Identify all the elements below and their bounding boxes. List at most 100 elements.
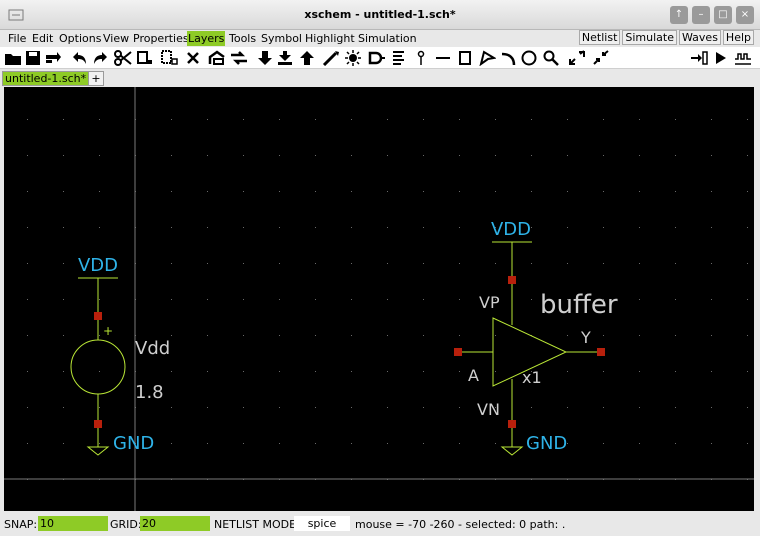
buffer-instance-x1[interactable]: VDD VP buffer A Y x1 VN GND <box>454 219 618 456</box>
grid-dot <box>279 407 280 408</box>
grid-dot <box>639 299 640 300</box>
grid-dot <box>495 119 496 120</box>
grid-dot <box>63 335 64 336</box>
grid-dot <box>351 299 352 300</box>
move-icon[interactable] <box>160 50 178 66</box>
descend-icon[interactable] <box>256 50 274 66</box>
grid-dot <box>351 443 352 444</box>
snap-input[interactable]: 10 <box>38 516 108 531</box>
zoom-in-icon[interactable] <box>568 50 586 66</box>
grid-dot <box>99 191 100 192</box>
waves-button[interactable]: Waves <box>679 30 721 45</box>
run-icon[interactable] <box>712 50 730 66</box>
polygon-icon[interactable] <box>478 50 496 66</box>
voltage-source-vdd[interactable]: VDD + GND Vdd 1.8 <box>70 255 170 456</box>
menu-simulation[interactable]: Simulation <box>357 31 418 46</box>
line-icon[interactable] <box>434 50 452 66</box>
copy-icon[interactable] <box>136 50 154 66</box>
waves-icon[interactable] <box>734 50 752 66</box>
ascend-icon[interactable] <box>298 50 316 66</box>
grid-dot <box>315 191 316 192</box>
schematic-drawing[interactable]: VDD + GND Vdd 1.8 VDD VP buffer A Y x1 V… <box>4 87 754 511</box>
grid-dot <box>423 119 424 120</box>
grid-dot <box>711 155 712 156</box>
grid-dot <box>63 263 64 264</box>
grid-dot <box>171 191 172 192</box>
push-icon[interactable] <box>208 50 226 66</box>
grid-dot <box>207 443 208 444</box>
vsource-top-pin <box>94 312 102 320</box>
rect-icon[interactable] <box>456 50 474 66</box>
vsource-name: Vdd <box>135 338 170 359</box>
toolbar <box>0 47 760 69</box>
grid-dot <box>27 263 28 264</box>
menu-symbol[interactable]: Symbol <box>260 31 303 46</box>
delete-icon[interactable] <box>184 50 202 66</box>
grid-dot <box>171 299 172 300</box>
grid-dot <box>99 335 100 336</box>
pop-icon[interactable] <box>230 50 248 66</box>
grid-dot <box>711 119 712 120</box>
zoom-out-icon[interactable] <box>592 50 610 66</box>
netlist-icon[interactable] <box>368 50 386 66</box>
netlist-button[interactable]: Netlist <box>578 30 621 45</box>
grid-dot <box>387 227 388 228</box>
buffer-pin-vn-label: VN <box>477 400 500 419</box>
search-icon[interactable] <box>542 50 560 66</box>
grid-dot <box>27 191 28 192</box>
menu-layers[interactable]: Layers <box>187 31 226 46</box>
grid-dot <box>495 191 496 192</box>
insert-icon[interactable] <box>690 50 708 66</box>
menu-highlight[interactable]: Highlight <box>304 31 356 46</box>
help-button[interactable]: Help <box>722 30 754 45</box>
wire-icon[interactable] <box>322 50 340 66</box>
menu-options[interactable]: Options <box>58 31 102 46</box>
text-icon[interactable] <box>390 50 408 66</box>
circle-icon[interactable] <box>520 50 538 66</box>
tab-untitled-1[interactable]: untitled-1.sch* <box>2 71 90 86</box>
menu-edit[interactable]: Edit <box>31 31 54 46</box>
menu-file[interactable]: File <box>7 31 27 46</box>
window-up-button[interactable]: ↑ <box>670 6 688 24</box>
grid-dot <box>207 155 208 156</box>
grid-dot <box>711 443 712 444</box>
grid-dot <box>495 155 496 156</box>
pin-icon[interactable] <box>412 50 430 66</box>
grid-dot <box>243 263 244 264</box>
window-maximize-button[interactable]: □ <box>714 6 732 24</box>
menu-properties[interactable]: Properties <box>132 31 190 46</box>
schematic-canvas[interactable]: VDD + GND Vdd 1.8 VDD VP buffer A Y x1 V… <box>4 87 754 511</box>
grid-dot <box>639 191 640 192</box>
grid-dot <box>639 443 640 444</box>
grid-dot <box>639 263 640 264</box>
grid-dot <box>495 443 496 444</box>
grid-dot <box>387 407 388 408</box>
grid-dot <box>603 335 604 336</box>
redo-icon[interactable] <box>92 50 110 66</box>
grid-dot <box>639 407 640 408</box>
simulate-button[interactable]: Simulate <box>622 30 677 45</box>
grid-dot <box>63 155 64 156</box>
arc-icon[interactable] <box>500 50 518 66</box>
open-folder-icon[interactable] <box>4 50 22 66</box>
grid-dot <box>747 155 748 156</box>
grid-input[interactable]: 20 <box>140 516 210 531</box>
grid-dot <box>63 443 64 444</box>
make-symbol-icon[interactable] <box>276 50 294 66</box>
grid-dot <box>459 227 460 228</box>
save-icon[interactable] <box>24 50 42 66</box>
menu-view[interactable]: View <box>102 31 130 46</box>
menu-tools[interactable]: Tools <box>228 31 257 46</box>
cut-icon[interactable] <box>114 50 132 66</box>
window-minimize-button[interactable]: – <box>692 6 710 24</box>
grid-dot <box>279 371 280 372</box>
window-close-button[interactable]: × <box>736 6 754 24</box>
grid-dot <box>567 155 568 156</box>
add-tab-button[interactable]: + <box>88 71 104 86</box>
reload-icon[interactable] <box>44 50 62 66</box>
highlight-icon[interactable] <box>344 50 362 66</box>
undo-icon[interactable] <box>70 50 88 66</box>
grid-dot <box>351 119 352 120</box>
netlist-mode-value[interactable]: spice <box>294 516 350 531</box>
window-title: xschem - untitled-1.sch* <box>304 8 456 21</box>
